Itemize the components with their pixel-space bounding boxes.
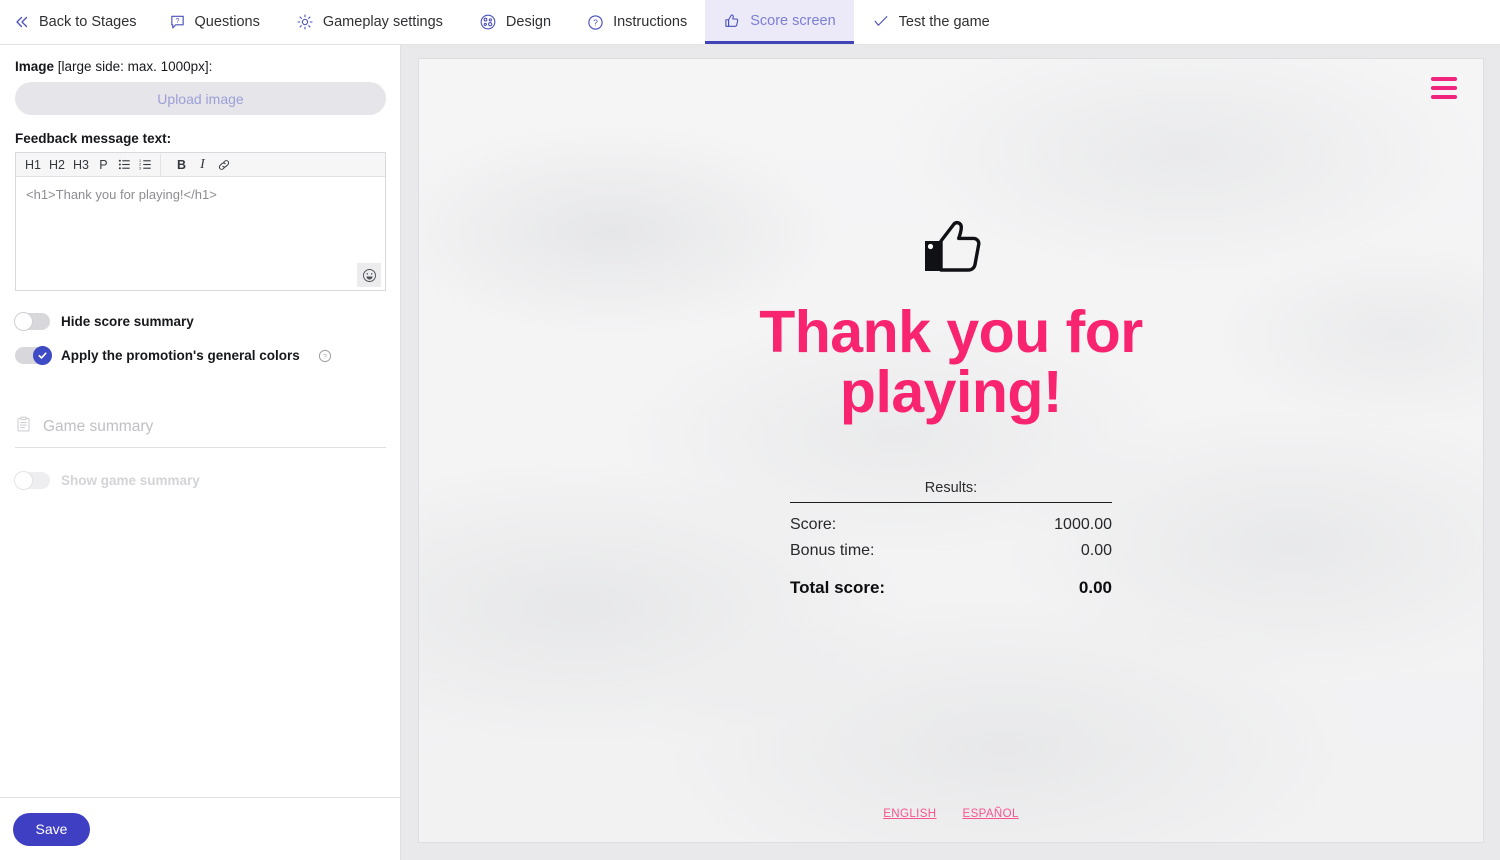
menu-bar [1431, 86, 1457, 90]
row-value: 0.00 [1080, 542, 1112, 560]
h3-button[interactable]: H3 [70, 155, 92, 175]
svg-text:?: ? [175, 16, 179, 24]
menu-bar [1431, 95, 1457, 99]
tab-test-the-game[interactable]: Test the game [854, 0, 1008, 44]
tab-gameplay-settings[interactable]: Gameplay settings [278, 0, 461, 44]
toggle-knob [33, 346, 52, 365]
hide-score-summary-toggle[interactable] [14, 312, 50, 331]
results-summary: Results: Score: 1000.00 Bonus time: 0.00… [790, 480, 1112, 598]
editor-toolbar: H1 H2 H3 P 1 2 3 B I [16, 153, 385, 177]
row-label: Total score: [790, 578, 886, 598]
preview-area: Thank you for playing! Results: Score: 1… [401, 45, 1500, 860]
hide-score-summary-label: Hide score summary [61, 314, 194, 329]
main-content: Image [large side: max. 1000px]: Upload … [0, 45, 1500, 860]
apply-general-colors-toggle[interactable] [15, 346, 52, 365]
row-value: 0.00 [1078, 578, 1112, 598]
show-game-summary-row: Show game summary [14, 471, 385, 490]
show-game-summary-toggle [14, 471, 50, 490]
image-label-hint: [large side: max. 1000px]: [57, 59, 213, 74]
svg-text:?: ? [593, 17, 598, 27]
clipboard-list-icon [15, 416, 32, 438]
bold-button[interactable]: B [172, 155, 191, 175]
row-label: Score: [790, 516, 837, 534]
thumbs-up-icon [920, 219, 982, 282]
help-circle-icon[interactable]: ? [318, 349, 332, 363]
main-tab-bar: Back to Stages ? Questions Gameplay sett… [0, 0, 1500, 45]
menu-bar [1431, 77, 1457, 81]
language-link-espanol[interactable]: ESPAÑOL [963, 808, 1019, 820]
palette-icon [479, 13, 497, 31]
image-label-strong: Image [15, 59, 55, 74]
toggle-knob [14, 471, 33, 490]
apply-general-colors-label: Apply the promotion's general colors [61, 348, 300, 363]
feedback-message-label: Feedback message text: [15, 131, 172, 146]
emoji-picker-icon[interactable] [357, 263, 381, 287]
show-game-summary-label: Show game summary [61, 473, 200, 488]
score-screen-settings-panel: Image [large side: max. 1000px]: Upload … [0, 45, 401, 860]
svg-text:?: ? [323, 353, 327, 360]
tab-instructions[interactable]: ? Instructions [569, 0, 705, 44]
row-value: 1000.00 [1054, 516, 1112, 534]
tab-label: Design [505, 14, 552, 30]
feedback-rich-text-editor: H1 H2 H3 P 1 2 3 B I <h1>Thank you for p… [15, 152, 386, 291]
results-row-bonus-time: Bonus time: 0.00 [790, 542, 1112, 560]
results-title: Results: [790, 480, 1112, 504]
tab-design[interactable]: Design [461, 0, 569, 44]
toolbar-divider [159, 153, 161, 176]
tab-back-to-stages[interactable]: Back to Stages [0, 0, 151, 44]
score-headline: Thank you for playing! [759, 299, 1143, 426]
panel-footer: Save [0, 797, 400, 860]
tab-label: Questions [194, 14, 260, 30]
tab-label: Score screen [750, 12, 836, 29]
svg-text:3: 3 [139, 166, 141, 170]
bulleted-list-icon[interactable] [115, 155, 134, 175]
apply-general-colors-row[interactable]: Apply the promotion's general colors ? [15, 346, 385, 365]
h2-button[interactable]: H2 [46, 155, 68, 175]
feedback-editor-area[interactable]: <h1>Thank you for playing!</h1> [16, 177, 385, 290]
tab-questions[interactable]: ? Questions [151, 0, 278, 44]
question-circle-icon: ? [587, 14, 604, 31]
tab-label: Instructions [613, 14, 688, 30]
check-badge-icon [872, 13, 890, 31]
hide-score-summary-row[interactable]: Hide score summary [14, 312, 385, 331]
score-screen-preview: Thank you for playing! Results: Score: 1… [418, 58, 1484, 843]
results-row-total-score: Total score: 0.00 [790, 578, 1112, 598]
link-icon[interactable] [214, 155, 234, 175]
save-button[interactable]: Save [13, 812, 90, 846]
row-label: Bonus time: [790, 542, 875, 560]
language-link-english[interactable]: ENGLISH [883, 808, 936, 820]
tab-label: Test the game [898, 14, 990, 30]
h1-button[interactable]: H1 [22, 155, 44, 175]
tab-score-screen[interactable]: Score screen [705, 0, 854, 44]
image-field-label: Image [large side: max. 1000px]: [15, 59, 385, 74]
game-summary-field-row[interactable] [15, 416, 386, 448]
upload-image-button[interactable]: Upload image [15, 82, 386, 115]
chevrons-left-icon [14, 14, 30, 30]
editor-content-text: <h1>Thank you for playing!</h1> [26, 187, 217, 202]
question-bubble-icon: ? [169, 14, 186, 31]
paragraph-button[interactable]: P [94, 155, 113, 175]
numbered-list-icon[interactable]: 1 2 3 [136, 155, 155, 175]
hamburger-menu-icon[interactable] [1431, 77, 1457, 99]
preview-content: Thank you for playing! Results: Score: 1… [419, 219, 1483, 598]
toggle-knob [14, 312, 33, 331]
settings-form: Image [large side: max. 1000px]: Upload … [0, 45, 400, 797]
gear-icon [296, 13, 314, 31]
thumbs-up-icon [723, 12, 741, 30]
language-switcher: ENGLISH ESPAÑOL [419, 808, 1483, 820]
italic-button[interactable]: I [193, 155, 212, 175]
tab-label: Back to Stages [39, 14, 137, 30]
tab-label: Gameplay settings [322, 14, 443, 30]
game-summary-input[interactable] [43, 418, 386, 436]
results-row-score: Score: 1000.00 [790, 516, 1112, 534]
